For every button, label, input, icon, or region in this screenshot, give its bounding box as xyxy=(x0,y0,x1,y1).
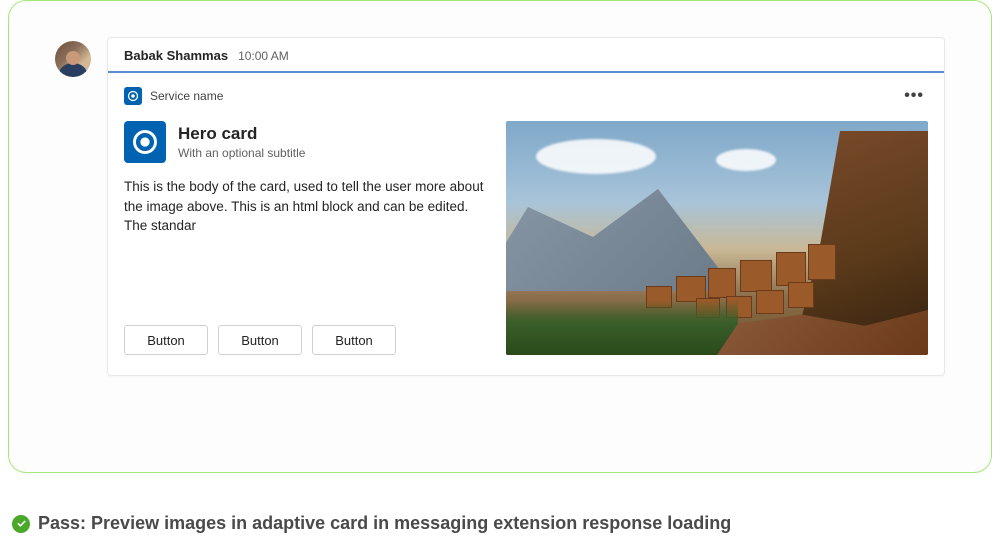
service-name-label: Service name xyxy=(150,89,223,103)
hero-title-group: Hero card With an optional subtitle xyxy=(178,124,305,159)
example-frame: Babak Shammas 10:00 AM Service name ••• xyxy=(8,0,992,473)
card-preview-image xyxy=(506,121,928,355)
pass-result-text: Pass: Preview images in adaptive card in… xyxy=(38,513,731,534)
more-options-icon[interactable]: ••• xyxy=(900,85,928,107)
card-content: Hero card With an optional subtitle This… xyxy=(124,121,928,355)
card-service-row: Service name ••• xyxy=(124,85,928,107)
service-left: Service name xyxy=(124,87,223,105)
hero-title: Hero card xyxy=(178,124,305,144)
card-button-1[interactable]: Button xyxy=(124,325,208,355)
message-row: Babak Shammas 10:00 AM Service name ••• xyxy=(55,37,945,376)
hero-subtitle: With an optional subtitle xyxy=(178,146,305,160)
validation-result-line: Pass: Preview images in adaptive card in… xyxy=(12,513,731,534)
message-timestamp: 10:00 AM xyxy=(238,49,289,63)
adaptive-card: Service name ••• Hero card With an optio… xyxy=(108,73,944,375)
sender-avatar[interactable] xyxy=(55,41,91,77)
hero-header: Hero card With an optional subtitle xyxy=(124,121,484,163)
hero-app-icon xyxy=(124,121,166,163)
card-text-column: Hero card With an optional subtitle This… xyxy=(124,121,484,355)
card-button-2[interactable]: Button xyxy=(218,325,302,355)
sender-name: Babak Shammas xyxy=(124,48,228,63)
card-button-row: Button Button Button xyxy=(124,255,484,355)
service-app-icon xyxy=(124,87,142,105)
hero-body-text: This is the body of the card, used to te… xyxy=(124,177,484,236)
pass-check-icon xyxy=(12,515,30,533)
message-body: Babak Shammas 10:00 AM Service name ••• xyxy=(107,37,945,376)
card-button-3[interactable]: Button xyxy=(312,325,396,355)
message-header: Babak Shammas 10:00 AM xyxy=(108,38,944,71)
